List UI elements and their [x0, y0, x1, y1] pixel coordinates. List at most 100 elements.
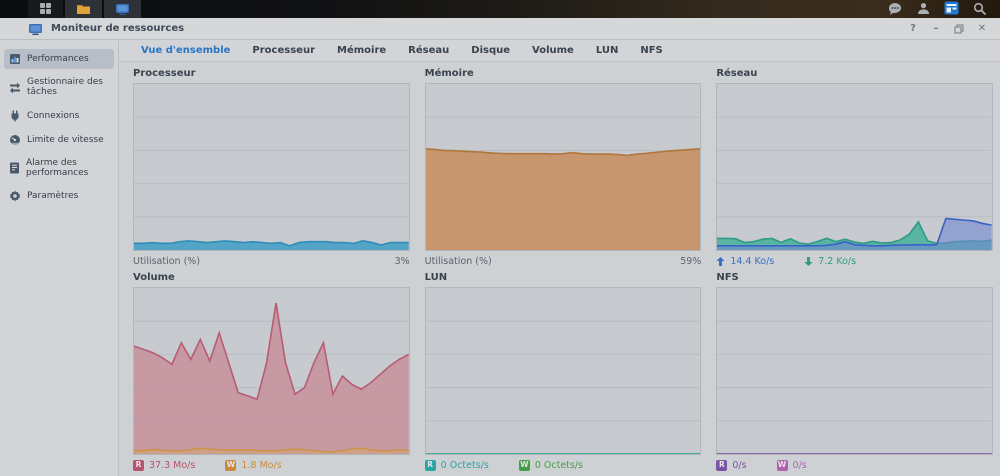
- speedometer-icon: [9, 134, 21, 146]
- legend-value: 0 Octets/s: [441, 460, 489, 471]
- legend-value: 14.4 Ko/s: [730, 256, 774, 267]
- legend-entry: W 0/s: [777, 460, 807, 471]
- legend-value: 7.2 Ko/s: [818, 256, 856, 267]
- legend-entry: R 0/s: [716, 460, 746, 471]
- upload-arrow-icon: [716, 257, 725, 266]
- reseau-legend: 14.4 Ko/s 7.2 Ko/s: [716, 251, 993, 268]
- panel-title: Réseau: [716, 68, 993, 83]
- window-titlebar: Moniteur de ressources ? – ✕: [0, 18, 1000, 40]
- tab-memoire[interactable]: Mémoire: [337, 45, 386, 56]
- sidebar-item-alarme-des-performances[interactable]: Alarme des performances: [4, 154, 114, 183]
- legend-entry: 7.2 Ko/s: [804, 256, 856, 267]
- sidebar-item-gestionnaire-des-taches[interactable]: Gestionnaire des tâches: [4, 73, 114, 102]
- legend-value: 0/s: [793, 460, 807, 471]
- tray-widgets-button[interactable]: [940, 1, 962, 17]
- legend-entry: R 0 Octets/s: [425, 460, 489, 471]
- legend-entry: 14.4 Ko/s: [716, 256, 774, 267]
- apps-grid-icon: [39, 0, 52, 19]
- sidebar-item-label: Paramètres: [27, 191, 78, 201]
- panel-title: LUN: [425, 272, 702, 287]
- legend-w-badge: W: [519, 460, 530, 471]
- taskbar-main-menu-button[interactable]: [28, 0, 63, 18]
- volume-legend: R 37.3 Mo/s W 1.8 Mo/s: [133, 455, 410, 472]
- lun-chart: [425, 287, 702, 455]
- desktop-taskbar: [0, 0, 1000, 18]
- plug-icon: [9, 110, 21, 122]
- sidebar-item-parametres[interactable]: Paramètres: [4, 186, 114, 206]
- download-arrow-icon: [804, 257, 813, 266]
- panel-memoire: Mémoire Utilisation (%) 59%: [425, 68, 702, 268]
- chat-bubble-icon: [888, 0, 902, 19]
- task-manager-icon: [9, 81, 21, 93]
- sidebar-item-label: Gestionnaire des tâches: [27, 77, 109, 98]
- legend-value: 0/s: [732, 460, 746, 471]
- legend-value: 59%: [680, 256, 701, 267]
- panel-reseau: Réseau 14.4 Ko/s 7.2 Ko/s: [716, 68, 993, 268]
- folder-icon: [76, 0, 91, 19]
- tab-nfs[interactable]: NFS: [640, 45, 662, 56]
- sidebar-item-connexions[interactable]: Connexions: [4, 106, 114, 126]
- restore-button[interactable]: [951, 22, 967, 36]
- user-icon: [917, 0, 930, 19]
- processeur-legend: Utilisation (%)3%: [133, 251, 410, 268]
- legend-r-badge: R: [425, 460, 436, 471]
- panel-volume: Volume R 37.3 Mo/s W 1.8 Mo/s: [133, 272, 410, 472]
- memoire-chart: [425, 83, 702, 251]
- legend-r-badge: R: [133, 460, 144, 471]
- panel-title: Volume: [133, 272, 410, 287]
- panel-lun: LUN R 0 Octets/s W 0 Octets/s: [425, 272, 702, 472]
- volume-chart: [133, 287, 410, 455]
- sidebar-item-performances[interactable]: Performances: [4, 49, 114, 69]
- processeur-chart: [133, 83, 410, 251]
- window-title: Moniteur de ressources: [51, 23, 184, 34]
- resource-monitor-window: Moniteur de ressources ? – ✕ Performance…: [0, 18, 1000, 476]
- alarm-report-icon: [9, 162, 20, 174]
- legend-value: 1.8 Mo/s: [241, 460, 281, 471]
- legend-w-badge: W: [225, 460, 236, 471]
- tab-lun[interactable]: LUN: [596, 45, 619, 56]
- nfs-chart: [716, 287, 993, 455]
- sidebar-item-label: Performances: [27, 54, 89, 64]
- help-button[interactable]: ?: [905, 22, 921, 36]
- panel-title: Mémoire: [425, 68, 702, 83]
- tab-volume[interactable]: Volume: [532, 45, 574, 56]
- taskbar-apps: [0, 0, 141, 18]
- legend-value: 0 Octets/s: [535, 460, 583, 471]
- legend-entry: W 1.8 Mo/s: [225, 460, 281, 471]
- tab-bar: Vue d'ensemble Processeur Mémoire Réseau Dis…: [119, 40, 1000, 62]
- sidebar: Performances Gestionnaire des tâches Conne…: [0, 40, 119, 476]
- legend-w-badge: W: [777, 460, 788, 471]
- legend-label: Utilisation (%): [425, 256, 492, 267]
- sidebar-item-label: Connexions: [27, 111, 79, 121]
- panel-processeur: ProcesseurUtilisation (%)3%: [133, 68, 410, 268]
- tray-search-button[interactable]: [968, 1, 990, 17]
- nfs-legend: R 0/s W 0/s: [716, 455, 993, 472]
- search-icon: [973, 0, 986, 19]
- close-button[interactable]: ✕: [974, 22, 990, 36]
- tray-user-options-button[interactable]: [912, 1, 934, 17]
- sidebar-item-limite-de-vitesse[interactable]: Limite de vitesse: [4, 130, 114, 150]
- taskbar-resource-monitor-button[interactable]: [104, 0, 141, 18]
- panel-title: NFS: [716, 272, 993, 287]
- tray-notifications-button[interactable]: [884, 1, 906, 17]
- taskbar-file-station-button[interactable]: [65, 0, 102, 18]
- tab-disque[interactable]: Disque: [471, 45, 510, 56]
- lun-legend: R 0 Octets/s W 0 Octets/s: [425, 455, 702, 472]
- tab-reseau[interactable]: Réseau: [408, 45, 449, 56]
- monitor-icon: [115, 0, 130, 19]
- performance-chart-icon: [9, 53, 21, 65]
- tab-processeur[interactable]: Processeur: [252, 45, 315, 56]
- legend-value: 37.3 Mo/s: [149, 460, 195, 471]
- panel-nfs: NFS R 0/s W 0/s: [716, 272, 993, 472]
- gear-icon: [9, 190, 21, 202]
- sidebar-item-label: Limite de vitesse: [27, 135, 104, 145]
- taskbar-tray: [884, 0, 1000, 18]
- legend-label: Utilisation (%): [133, 256, 200, 267]
- minimize-button[interactable]: –: [928, 22, 944, 36]
- legend-r-badge: R: [716, 460, 727, 471]
- memoire-legend: Utilisation (%) 59%: [425, 251, 702, 268]
- reseau-chart: [716, 83, 993, 251]
- tab-vue-d-ensemble[interactable]: Vue d'ensemble: [141, 45, 230, 56]
- legend-entry: R 37.3 Mo/s: [133, 460, 195, 471]
- charts-grid: ProcesseurUtilisation (%)3% Mémoire Utilis…: [119, 62, 1000, 476]
